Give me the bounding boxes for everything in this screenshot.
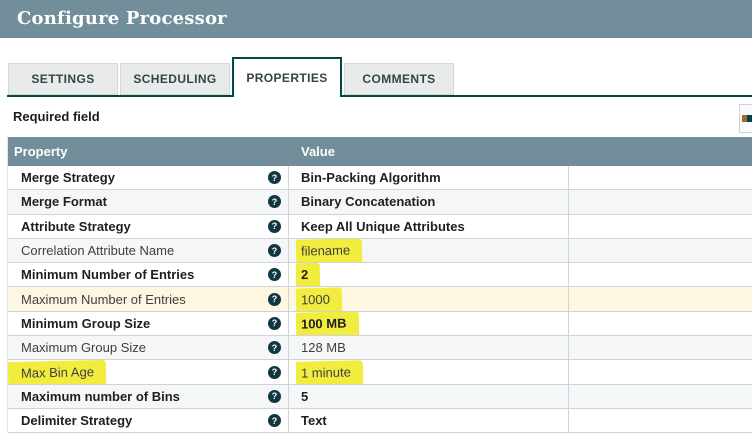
- property-name-cell: Minimum Number of Entries ?: [8, 263, 288, 286]
- tab-settings[interactable]: SETTINGS: [8, 63, 118, 95]
- property-name: Maximum Number of Entries: [21, 292, 186, 307]
- help-icon[interactable]: ?: [268, 220, 281, 233]
- empty-cell: [568, 312, 752, 335]
- property-name-cell: Maximum Group Size ?: [8, 336, 288, 359]
- column-header-value: Value: [288, 144, 568, 159]
- property-value: 1000: [296, 287, 341, 310]
- property-name-cell: Merge Format ?: [8, 190, 288, 213]
- help-icon[interactable]: ?: [268, 366, 281, 379]
- column-header-property: Property: [8, 144, 288, 159]
- table-row[interactable]: Merge Strategy ? Bin-Packing Algorithm: [8, 166, 752, 190]
- tab-properties[interactable]: PROPERTIES: [232, 57, 342, 97]
- help-icon[interactable]: ?: [268, 341, 281, 354]
- property-name-cell: Attribute Strategy ?: [8, 215, 288, 238]
- help-icon[interactable]: ?: [268, 195, 281, 208]
- table-row[interactable]: Minimum Number of Entries ? 2: [8, 263, 752, 287]
- dialog-title: Configure Processor: [17, 8, 752, 29]
- table-row[interactable]: Maximum number of Bins ? 5: [8, 385, 752, 409]
- property-name: Minimum Number of Entries: [21, 267, 194, 282]
- help-icon[interactable]: ?: [268, 390, 281, 403]
- empty-cell: [568, 360, 752, 383]
- property-name: Max Bin Age: [8, 360, 105, 383]
- table-row[interactable]: Merge Format ? Binary Concatenation: [8, 190, 752, 214]
- property-value: Keep All Unique Attributes: [301, 219, 465, 234]
- empty-cell: [568, 190, 752, 213]
- property-name: Correlation Attribute Name: [21, 243, 174, 258]
- table-row[interactable]: Maximum Group Size ? 128 MB: [8, 336, 752, 360]
- property-name: Delimiter Strategy: [21, 413, 132, 428]
- table-toolbar: Required field: [0, 97, 752, 137]
- table-header-row: Property Value: [8, 137, 752, 166]
- property-value-cell[interactable]: filename: [288, 239, 568, 262]
- property-value-cell[interactable]: 100 MB: [288, 312, 568, 335]
- table-row[interactable]: Attribute Strategy ? Keep All Unique Att…: [8, 215, 752, 239]
- table-row[interactable]: Maximum Number of Entries ? 1000: [8, 287, 752, 311]
- empty-cell: [568, 166, 752, 189]
- property-value-cell[interactable]: Text: [288, 409, 568, 432]
- help-icon[interactable]: ?: [268, 317, 281, 330]
- property-value-cell[interactable]: 128 MB: [288, 336, 568, 359]
- empty-cell: [568, 287, 752, 310]
- property-value: Bin-Packing Algorithm: [301, 170, 441, 185]
- empty-cell: [568, 385, 752, 408]
- required-field-label: Required field: [13, 109, 100, 124]
- property-value: Binary Concatenation: [301, 194, 435, 209]
- property-name-cell: Minimum Group Size ?: [8, 312, 288, 335]
- table-row[interactable]: Delimiter Strategy ? Text: [8, 409, 752, 433]
- property-value-cell[interactable]: Keep All Unique Attributes: [288, 215, 568, 238]
- property-name-cell: Maximum Number of Entries ?: [8, 287, 288, 310]
- empty-cell: [568, 215, 752, 238]
- empty-cell: [568, 409, 752, 432]
- property-value-cell[interactable]: 1000: [288, 287, 568, 310]
- tab-comments[interactable]: COMMENTS: [344, 63, 454, 95]
- property-value-cell[interactable]: Binary Concatenation: [288, 190, 568, 213]
- property-name: Minimum Group Size: [21, 316, 150, 331]
- table-row[interactable]: Correlation Attribute Name ? filename: [8, 239, 752, 263]
- property-value-cell[interactable]: Bin-Packing Algorithm: [288, 166, 568, 189]
- tab-bar: SETTINGS SCHEDULING PROPERTIES COMMENTS: [7, 57, 752, 97]
- property-name-cell: Delimiter Strategy ?: [8, 409, 288, 432]
- property-value: 2: [296, 263, 320, 286]
- table-body: Merge Strategy ? Bin-Packing Algorithm M…: [8, 166, 752, 433]
- help-icon[interactable]: ?: [268, 244, 281, 257]
- property-value: 1 minute: [296, 360, 362, 383]
- properties-table: Property Value Merge Strategy ? Bin-Pack…: [7, 137, 752, 433]
- help-icon[interactable]: ?: [268, 293, 281, 306]
- plus-icon: [742, 115, 752, 122]
- property-value: 5: [301, 389, 308, 404]
- property-name-cell: Maximum number of Bins ?: [8, 385, 288, 408]
- property-name: Attribute Strategy: [21, 219, 131, 234]
- property-name-cell: Correlation Attribute Name ?: [8, 239, 288, 262]
- empty-cell: [568, 263, 752, 286]
- tab-scheduling[interactable]: SCHEDULING: [120, 63, 230, 95]
- property-value-cell[interactable]: 2: [288, 263, 568, 286]
- property-value: Text: [301, 413, 327, 428]
- help-icon[interactable]: ?: [268, 268, 281, 281]
- property-value-cell[interactable]: 5: [288, 385, 568, 408]
- property-name: Merge Format: [21, 194, 107, 209]
- help-icon[interactable]: ?: [268, 171, 281, 184]
- property-name-cell: Max Bin Age ?: [8, 360, 288, 383]
- empty-cell: [568, 336, 752, 359]
- table-row[interactable]: Minimum Group Size ? 100 MB: [8, 312, 752, 336]
- add-property-button[interactable]: [739, 104, 752, 133]
- property-value: filename: [296, 239, 362, 262]
- property-name-cell: Merge Strategy ?: [8, 166, 288, 189]
- dialog-header: Configure Processor: [0, 0, 752, 38]
- property-value: 100 MB: [296, 312, 358, 335]
- property-name: Maximum Group Size: [21, 340, 146, 355]
- empty-cell: [568, 239, 752, 262]
- property-value: 128 MB: [301, 340, 346, 355]
- help-icon[interactable]: ?: [268, 414, 281, 427]
- property-name: Maximum number of Bins: [21, 389, 180, 404]
- property-value-cell[interactable]: 1 minute: [288, 360, 568, 383]
- table-row[interactable]: Max Bin Age ? 1 minute: [8, 360, 752, 384]
- property-name: Merge Strategy: [21, 170, 115, 185]
